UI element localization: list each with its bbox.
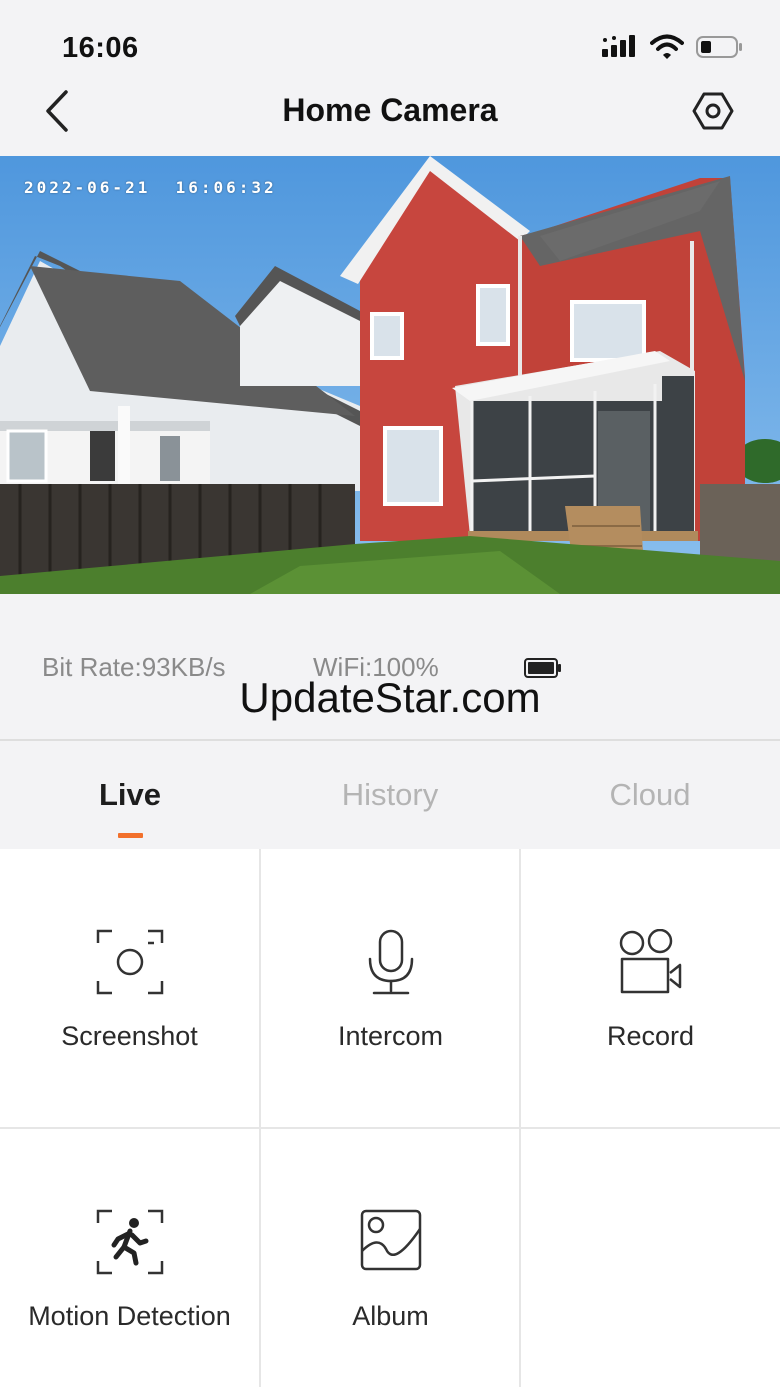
video-camera-icon [619,929,681,994]
album-label: Album [352,1301,429,1331]
grid-divider [519,849,521,1387]
settings-button[interactable] [692,90,734,132]
screenshot-icon [96,929,163,995]
microphone-icon [368,929,413,995]
signal-icon [602,35,635,57]
hexagon-settings-icon [692,92,734,130]
album-icon [360,1209,421,1271]
empty-cell [521,1129,780,1387]
active-tab-indicator [118,833,143,838]
screenshot-button[interactable]: Screenshot [0,849,259,1127]
motion-detection-icon [96,1209,163,1275]
stream-stats: Bit Rate:93KB/s WiFi:100% UpdateStar.com [0,594,780,740]
action-grid: Screenshot Intercom Record Motion Detect… [0,849,780,1387]
status-time: 16:06 [62,32,139,64]
screenshot-label: Screenshot [61,1021,198,1051]
record-button[interactable]: Record [521,849,780,1127]
grid-divider [259,849,261,1387]
page-title: Home Camera [282,92,498,128]
record-label: Record [606,1021,695,1051]
status-icons [602,34,744,60]
album-button[interactable]: Album [261,1129,520,1387]
tab-cloud[interactable]: Cloud [520,777,780,813]
nav-bar: Home Camera [0,80,780,156]
status-bar: 16:06 [0,0,780,90]
live-video-feed[interactable]: 2022-06-21 16:06:32 [0,156,780,594]
intercom-label: Intercom [337,1021,444,1051]
motion-detection-label: Motion Detection [28,1301,231,1331]
tab-history[interactable]: History [260,777,520,813]
tab-live[interactable]: Live [0,777,260,813]
camera-scene [0,156,780,594]
motion-detection-button[interactable]: Motion Detection [0,1129,259,1387]
view-tabs: Live History Cloud [0,741,780,849]
wifi-icon [650,34,684,59]
battery-icon [696,36,742,58]
grid-divider [0,1127,780,1129]
watermark: UpdateStar.com [239,674,541,721]
video-timestamp: 2022-06-21 16:06:32 [24,178,277,197]
intercom-button[interactable]: Intercom [261,849,520,1127]
